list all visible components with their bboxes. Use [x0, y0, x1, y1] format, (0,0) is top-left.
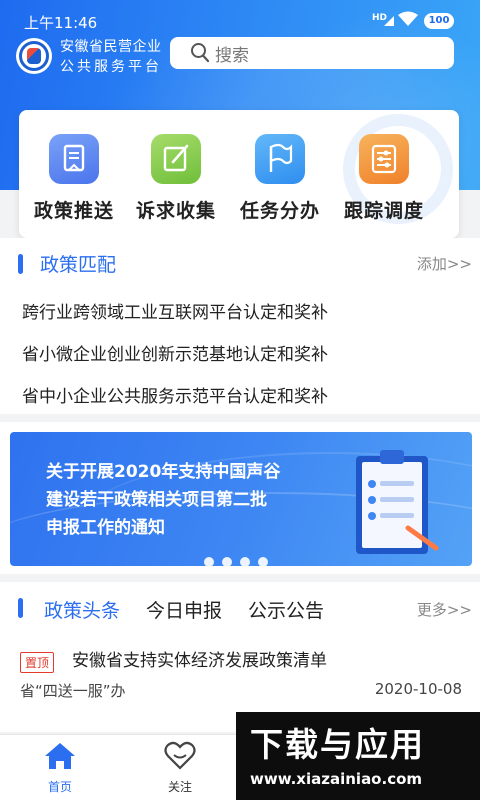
- function-tracking[interactable]: 跟踪调度: [329, 134, 439, 223]
- tab-follow[interactable]: 关注: [150, 741, 210, 795]
- status-bar: 上午11:46 HD 100: [0, 0, 480, 40]
- signal-icon: [383, 13, 395, 31]
- carousel-dot[interactable]: [204, 557, 214, 566]
- news-title[interactable]: 安徽省支持实体经济发展政策清单: [72, 646, 327, 671]
- news-source: 省“四送一服”办: [20, 682, 126, 700]
- edit-icon: [151, 134, 201, 184]
- policy-match-section: 政策匹配 添加>> 跨行业跨领域工业互联网平台认定和奖补 省小微企业创业创新示范…: [0, 238, 480, 414]
- more-link[interactable]: 更多>>: [417, 599, 472, 620]
- tab-label: 首页: [47, 780, 72, 794]
- carousel-dot[interactable]: [240, 557, 250, 566]
- watermark-logo: 下载与应用 www.xiazainiao.com: [236, 712, 480, 800]
- home-icon: [43, 743, 77, 774]
- clipboard-icon: [350, 444, 440, 563]
- status-time: 上午11:46: [24, 14, 98, 32]
- tab-today-apply[interactable]: 今日申报: [146, 596, 222, 623]
- list-item[interactable]: 省中小企业公共服务示范平台认定和奖补: [22, 382, 328, 407]
- list-item[interactable]: 省小微企业创业创新示范基地认定和奖补: [22, 340, 328, 365]
- banner-line: 建设若干政策相关项目第二批: [46, 490, 267, 510]
- watermark-text: 下载与应用: [250, 725, 425, 764]
- carousel-indicator: [204, 552, 276, 566]
- org-name-line1: 安徽省民营企业: [60, 39, 162, 55]
- function-label: 诉求收集: [135, 200, 216, 222]
- function-label: 政策推送: [33, 200, 114, 222]
- tab-home[interactable]: 首页: [30, 741, 90, 795]
- section-marker: [18, 254, 23, 274]
- carousel-dot[interactable]: [222, 557, 232, 566]
- battery-icon: 100: [424, 13, 454, 29]
- function-card: 政策推送 诉求收集 任务分办 跟踪调度: [19, 110, 459, 238]
- document-icon: [49, 134, 99, 184]
- function-label: 跟踪调度: [343, 200, 424, 222]
- banner-section: 关于开展2020年支持中国声谷 建设若干政策相关项目第二批 申报工作的通知: [0, 422, 480, 574]
- banner-text: 关于开展2020年支持中国声谷 建设若干政策相关项目第二批 申报工作的通知: [46, 458, 280, 542]
- banner-carousel[interactable]: 关于开展2020年支持中国声谷 建设若干政策相关项目第二批 申报工作的通知: [10, 432, 472, 566]
- org-logo: [16, 38, 52, 74]
- section-marker: [18, 598, 23, 618]
- search-placeholder: 搜索: [215, 46, 249, 66]
- org-name: 安徽省民营企业 公共服务平台: [60, 37, 162, 77]
- function-task-dispatch[interactable]: 任务分办: [225, 134, 335, 223]
- banner-line: 关于开展2020年支持中国声谷: [46, 462, 281, 482]
- search-icon: [190, 42, 210, 68]
- list-item[interactable]: 跨行业跨领域工业互联网平台认定和奖补: [22, 298, 328, 323]
- function-appeal-collect[interactable]: 诉求收集: [121, 134, 231, 223]
- org-name-line2: 公共服务平台: [60, 59, 162, 75]
- tab-policy-headlines[interactable]: 政策头条: [44, 596, 120, 623]
- banner-line: 申报工作的通知: [46, 518, 165, 538]
- sliders-icon: [359, 134, 409, 184]
- news-date: 2020-10-08: [374, 680, 462, 698]
- wifi-icon: [398, 11, 418, 31]
- pinned-badge: 置顶: [20, 652, 55, 673]
- carousel-dot[interactable]: [258, 557, 268, 566]
- add-link[interactable]: 添加>>: [417, 253, 472, 274]
- tab-label: 关注: [167, 780, 192, 794]
- section-title: 政策匹配: [40, 254, 117, 276]
- function-policy-push[interactable]: 政策推送: [19, 134, 129, 223]
- heart-icon: [163, 741, 197, 774]
- watermark-url: www.xiazainiao.com: [250, 770, 423, 788]
- flag-icon: [255, 134, 305, 184]
- function-label: 任务分办: [239, 200, 320, 222]
- search-input[interactable]: 搜索: [170, 37, 454, 69]
- news-section: 政策头条 今日申报 公示公告 更多>> 置顶 安徽省支持实体经济发展政策清单 省…: [0, 582, 480, 732]
- tab-announcements[interactable]: 公示公告: [248, 596, 324, 623]
